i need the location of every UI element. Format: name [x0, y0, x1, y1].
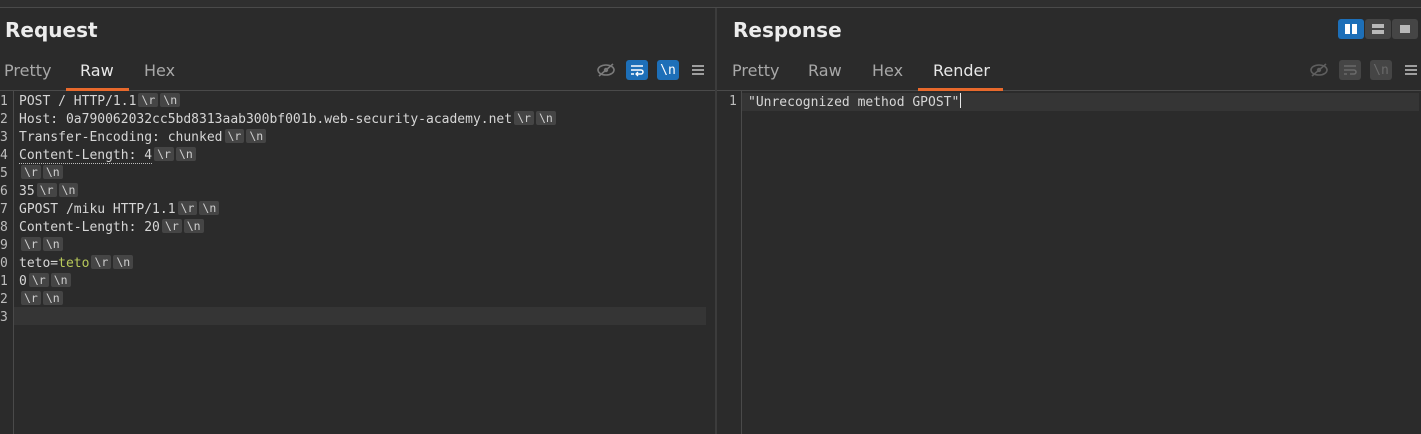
wrap-icon[interactable] [626, 60, 648, 80]
code-text: Host: 0a790062032cc5bd8313aab300bf001b.w… [19, 112, 513, 127]
tab-pretty[interactable]: Pretty [4, 61, 51, 80]
line-number: 0 [0, 256, 8, 271]
code-text: Transfer-Encoding: chunked [19, 130, 223, 145]
response-editor[interactable]: 1 "Unrecognized method GPOST" [717, 91, 1421, 434]
line-number: 8 [0, 220, 8, 235]
cr-marker: \r [28, 273, 49, 287]
code-line: \r \n [19, 237, 63, 255]
cr-marker: \r [161, 219, 182, 233]
lf-marker: \n [183, 219, 204, 233]
line-number: 1 [0, 94, 8, 109]
newline-icon[interactable]: \n [657, 60, 679, 80]
code-line: Content-Length: 20 \r \n [19, 219, 204, 237]
lf-marker: \n [113, 255, 134, 269]
lf-marker: \n [58, 183, 79, 197]
response-title: Response [733, 18, 842, 42]
param-value: teto [58, 256, 90, 271]
menu-icon[interactable] [690, 60, 706, 80]
tab-pretty[interactable]: Pretty [732, 61, 779, 80]
code-line: "Unrecognized method GPOST" [748, 93, 962, 111]
lf-marker: \n [42, 291, 63, 305]
cr-marker: \r [21, 237, 41, 251]
code-line: 35 \r \n [19, 183, 79, 201]
menu-icon[interactable] [1403, 60, 1419, 80]
line-number: 2 [0, 112, 8, 127]
request-pane: Request Pretty Raw Hex \n 1 POST / HTTP/1… [0, 8, 715, 434]
cr-marker: \r [91, 255, 112, 269]
cr-marker: \r [138, 93, 159, 107]
tab-raw[interactable]: Raw [808, 61, 842, 80]
lf-marker: \n [535, 111, 556, 125]
code-text: Content-Length: 4 [19, 148, 153, 164]
cr-marker: \r [224, 129, 245, 143]
line-number: 7 [0, 202, 8, 217]
code-line: Host: 0a790062032cc5bd8313aab300bf001b.w… [19, 111, 556, 129]
eye-off-icon[interactable] [1308, 60, 1330, 80]
line-number: 5 [0, 166, 8, 181]
single-pane-icon[interactable] [1392, 19, 1418, 39]
tab-hex[interactable]: Hex [144, 61, 175, 80]
split-horizontal-icon[interactable] [1338, 19, 1364, 39]
cr-marker: \r [21, 165, 41, 179]
eye-off-icon[interactable] [595, 60, 617, 80]
code-line: Content-Length: 4 \r \n [19, 147, 196, 165]
line-number: 6 [0, 184, 8, 199]
code-text: 35 [19, 184, 35, 199]
split-vertical-icon[interactable] [1365, 19, 1391, 39]
cr-marker: \r [177, 201, 198, 215]
line-number: 4 [0, 148, 8, 163]
code-line: GPOST /miku HTTP/1.1 \r \n [19, 201, 220, 219]
line-number: 3 [0, 310, 8, 325]
tab-raw[interactable]: Raw [80, 61, 114, 80]
lf-marker: \n [42, 165, 63, 179]
request-editor[interactable]: 1 POST / HTTP/1.1 \r \n 2 Host: 0a790062032cc… [0, 91, 715, 434]
current-line-highlight [14, 307, 706, 325]
cr-marker: \r [36, 183, 57, 197]
text-caret [960, 93, 962, 108]
line-number: 1 [729, 94, 737, 109]
newline-icon[interactable]: \n [1370, 60, 1392, 80]
lf-marker: \n [50, 273, 71, 287]
line-number: 2 [0, 292, 8, 307]
code-line: Transfer-Encoding: chunked \r \n [19, 129, 267, 147]
response-body-text: "Unrecognized method GPOST" [748, 95, 960, 110]
cr-marker: \r [154, 147, 174, 161]
lf-marker: \n [246, 129, 267, 143]
tab-hex[interactable]: Hex [872, 61, 903, 80]
lf-marker: \n [42, 237, 63, 251]
code-line: POST / HTTP/1.1 \r \n [19, 93, 181, 111]
code-text: Content-Length: 20 [19, 220, 160, 235]
line-number: 9 [0, 238, 8, 253]
code-text: POST / HTTP/1.1 [19, 94, 137, 109]
tab-render[interactable]: Render [933, 61, 990, 80]
code-text: 0 [19, 274, 27, 289]
line-number-gutter [717, 91, 742, 434]
code-line: 0 \r \n [19, 273, 71, 291]
code-line: \r \n [19, 165, 63, 183]
cr-marker: \r [514, 111, 534, 125]
wrap-icon[interactable] [1339, 60, 1361, 80]
lf-marker: \n [199, 201, 220, 215]
code-text: teto= [19, 256, 59, 271]
response-tabs: Pretty Raw Hex Render \n [717, 52, 1421, 91]
cr-marker: \r [21, 291, 41, 305]
line-number: 3 [0, 130, 8, 145]
lf-marker: \n [160, 93, 181, 107]
request-title: Request [5, 18, 98, 42]
response-pane: Response Pretty Raw Hex Render \n 1 "Unr… [717, 8, 1421, 434]
request-tabs: Pretty Raw Hex \n [0, 52, 715, 91]
code-text: GPOST /miku HTTP/1.1 [19, 202, 176, 217]
top-bar [0, 0, 1421, 8]
code-line: teto=teto \r \n [19, 255, 134, 273]
lf-marker: \n [175, 147, 196, 161]
code-line: \r \n [19, 291, 63, 309]
line-number: 1 [0, 274, 8, 289]
